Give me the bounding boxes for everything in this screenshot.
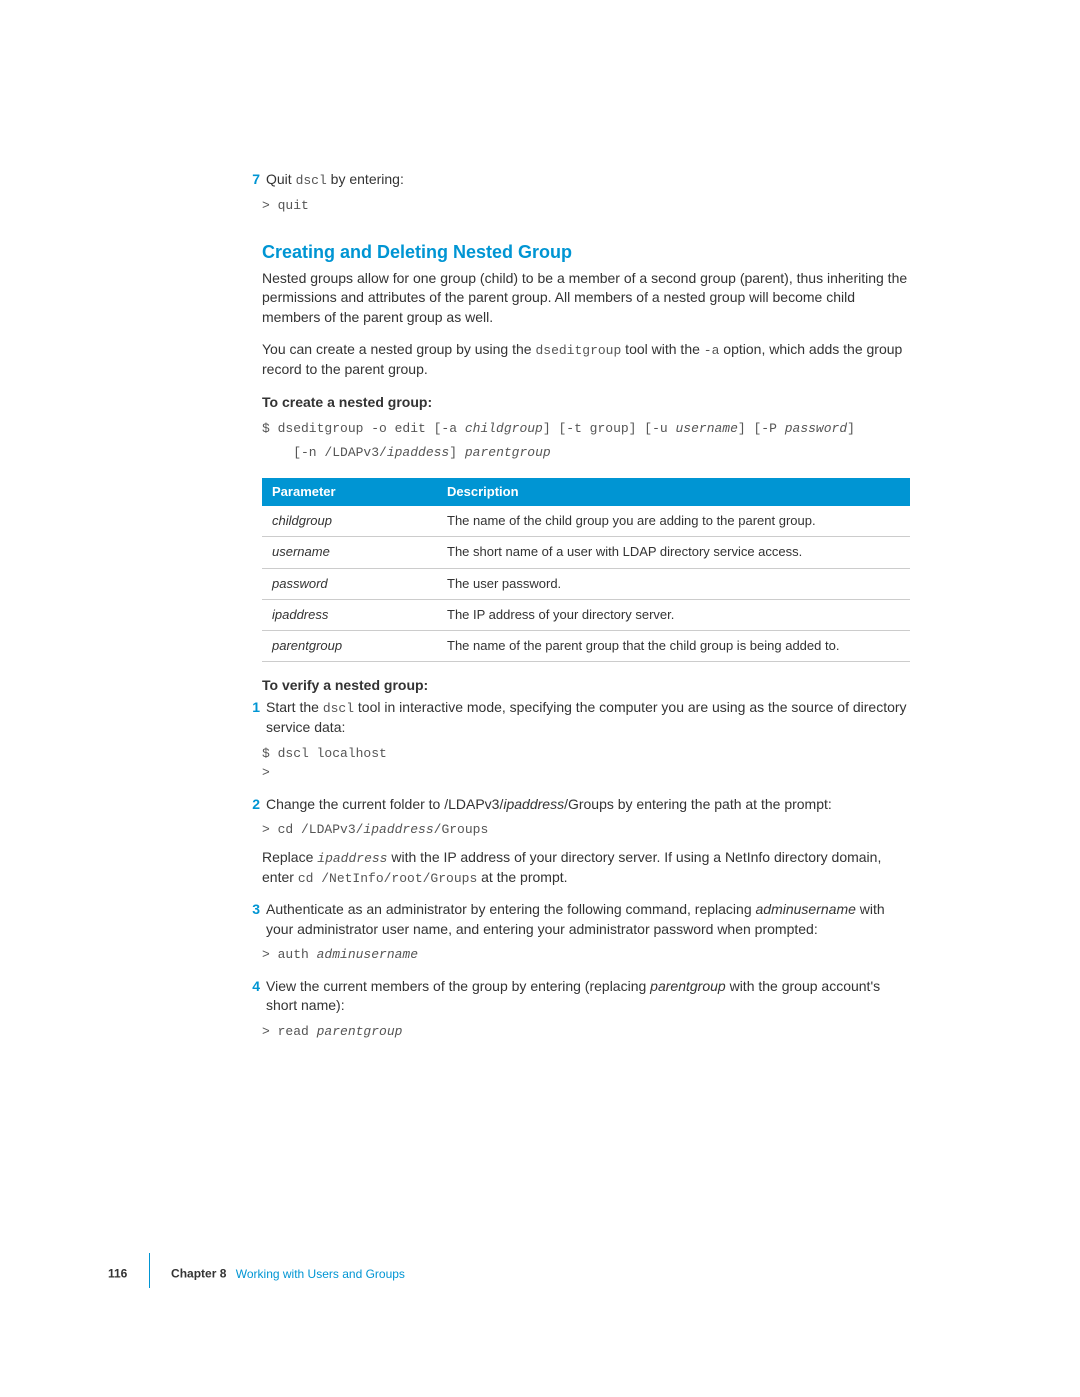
step-number: 1 <box>244 698 260 718</box>
step-number: 3 <box>244 900 260 920</box>
verify-group-title: To verify a nested group: <box>262 676 910 696</box>
verify-code-4: > read parentgroup <box>262 1018 910 1054</box>
text: Authenticate as an administrator by ente… <box>266 901 756 917</box>
table-row: ipaddress The IP address of your directo… <box>262 599 910 630</box>
text: Start the <box>266 699 323 715</box>
step-text: Change the current folder to /LDAPv3/ipa… <box>266 795 910 815</box>
verify-step-2: 2 Change the current folder to /LDAPv3/i… <box>262 795 910 815</box>
footer-divider <box>149 1253 150 1288</box>
verify-code-2: > cd /LDAPv3/ipaddress/Groups <box>262 816 910 848</box>
text: You can create a nested group by using t… <box>262 341 535 357</box>
code-italic: parentgroup <box>465 445 551 460</box>
param-desc: The IP address of your directory server. <box>437 599 910 630</box>
page-number: 116 <box>108 1267 127 1281</box>
code: /Groups <box>434 822 489 837</box>
code: > cd /LDAPv3/ <box>262 822 363 837</box>
chapter-label: Chapter 8 <box>171 1267 226 1281</box>
italic: parentgroup <box>650 978 726 994</box>
text: Change the current folder to /LDAPv3/ <box>266 796 503 812</box>
param-name: parentgroup <box>262 630 437 661</box>
inline-code: dseditgroup <box>535 343 621 358</box>
table-row: password The user password. <box>262 568 910 599</box>
th-parameter: Parameter <box>262 478 437 506</box>
italic: ipaddress <box>503 796 564 812</box>
parameter-table: Parameter Description childgroup The nam… <box>262 478 910 662</box>
step-text: Authenticate as an administrator by ente… <box>266 900 910 939</box>
intro-paragraph-1: Nested groups allow for one group (child… <box>262 269 910 328</box>
verify-code-3: > auth adminusername <box>262 941 910 977</box>
create-code-line2: [-n /LDAPv3/ipaddess] parentgroup <box>262 443 910 475</box>
table-row: parentgroup The name of the parent group… <box>262 630 910 661</box>
code: $ dseditgroup -o edit [-a <box>262 421 465 436</box>
code-italic: ipaddess <box>387 445 449 460</box>
table-header-row: Parameter Description <box>262 478 910 506</box>
code-italic: childgroup <box>465 421 543 436</box>
text: at the prompt. <box>477 869 567 885</box>
inline-code-italic: ipaddress <box>317 851 387 866</box>
step-7-text: Quit dscl by entering: <box>266 170 910 190</box>
text: View the current members of the group by… <box>266 978 650 994</box>
text: Quit <box>266 171 296 187</box>
param-desc: The user password. <box>437 568 910 599</box>
step-number: 4 <box>244 977 260 997</box>
verify-step-3: 3 Authenticate as an administrator by en… <box>262 900 910 939</box>
code-italic: username <box>675 421 737 436</box>
th-description: Description <box>437 478 910 506</box>
step-7: 7 Quit dscl by entering: <box>262 170 910 190</box>
intro-paragraph-2: You can create a nested group by using t… <box>262 340 910 380</box>
code-block-quit: > quit <box>262 192 910 228</box>
step-number: 7 <box>244 170 260 190</box>
table-row: username The short name of a user with L… <box>262 537 910 568</box>
param-name: ipaddress <box>262 599 437 630</box>
text: tool with the <box>621 341 704 357</box>
section-heading-wrap: Creating and Deleting Nested Group <box>262 240 910 265</box>
param-desc: The name of the child group you are addi… <box>437 506 910 537</box>
text: /Groups by entering the path at the prom… <box>564 796 832 812</box>
page-footer: 116 Chapter 8 Working with Users and Gro… <box>108 1257 405 1292</box>
code: > auth <box>262 947 317 962</box>
code-italic: password <box>785 421 847 436</box>
page: 7 Quit dscl by entering: > quit Creating… <box>0 0 1080 1397</box>
param-desc: The name of the parent group that the ch… <box>437 630 910 661</box>
code-italic: adminusername <box>317 947 418 962</box>
code: ] [-t group] [-u <box>543 421 676 436</box>
step-number: 2 <box>244 795 260 815</box>
table-row: childgroup The name of the child group y… <box>262 506 910 537</box>
code: ] <box>847 421 855 436</box>
code-italic: parentgroup <box>317 1024 403 1039</box>
inline-code: dscl <box>323 701 354 716</box>
param-desc: The short name of a user with LDAP direc… <box>437 537 910 568</box>
code: > read <box>262 1024 317 1039</box>
create-code-line1: $ dseditgroup -o edit [-a childgroup] [-… <box>262 415 910 443</box>
code-italic: ipaddress <box>363 822 433 837</box>
text: tool in interactive mode, specifying the… <box>266 699 907 735</box>
verify-step-2-post: Replace ipaddress with the IP address of… <box>262 848 910 888</box>
inline-code: dscl <box>296 173 327 188</box>
chapter-title: Working with Users and Groups <box>236 1267 405 1281</box>
step-text: View the current members of the group by… <box>266 977 910 1016</box>
param-name: username <box>262 537 437 568</box>
verify-code-1: $ dscl localhost > <box>262 740 910 795</box>
italic: adminusername <box>756 901 856 917</box>
step-text: Start the dscl tool in interactive mode,… <box>266 698 910 738</box>
inline-code: -a <box>704 343 720 358</box>
text: by entering: <box>327 171 404 187</box>
code: ] <box>449 445 465 460</box>
param-name: password <box>262 568 437 599</box>
verify-step-1: 1 Start the dscl tool in interactive mod… <box>262 698 910 738</box>
section-heading: Creating and Deleting Nested Group <box>262 240 910 265</box>
create-group-title: To create a nested group: <box>262 393 910 413</box>
code: ] [-P <box>738 421 785 436</box>
verify-step-4: 4 View the current members of the group … <box>262 977 910 1016</box>
text: Replace <box>262 849 317 865</box>
code: [-n /LDAPv3/ <box>262 445 387 460</box>
param-name: childgroup <box>262 506 437 537</box>
inline-code: cd /NetInfo/root/Groups <box>298 871 477 886</box>
